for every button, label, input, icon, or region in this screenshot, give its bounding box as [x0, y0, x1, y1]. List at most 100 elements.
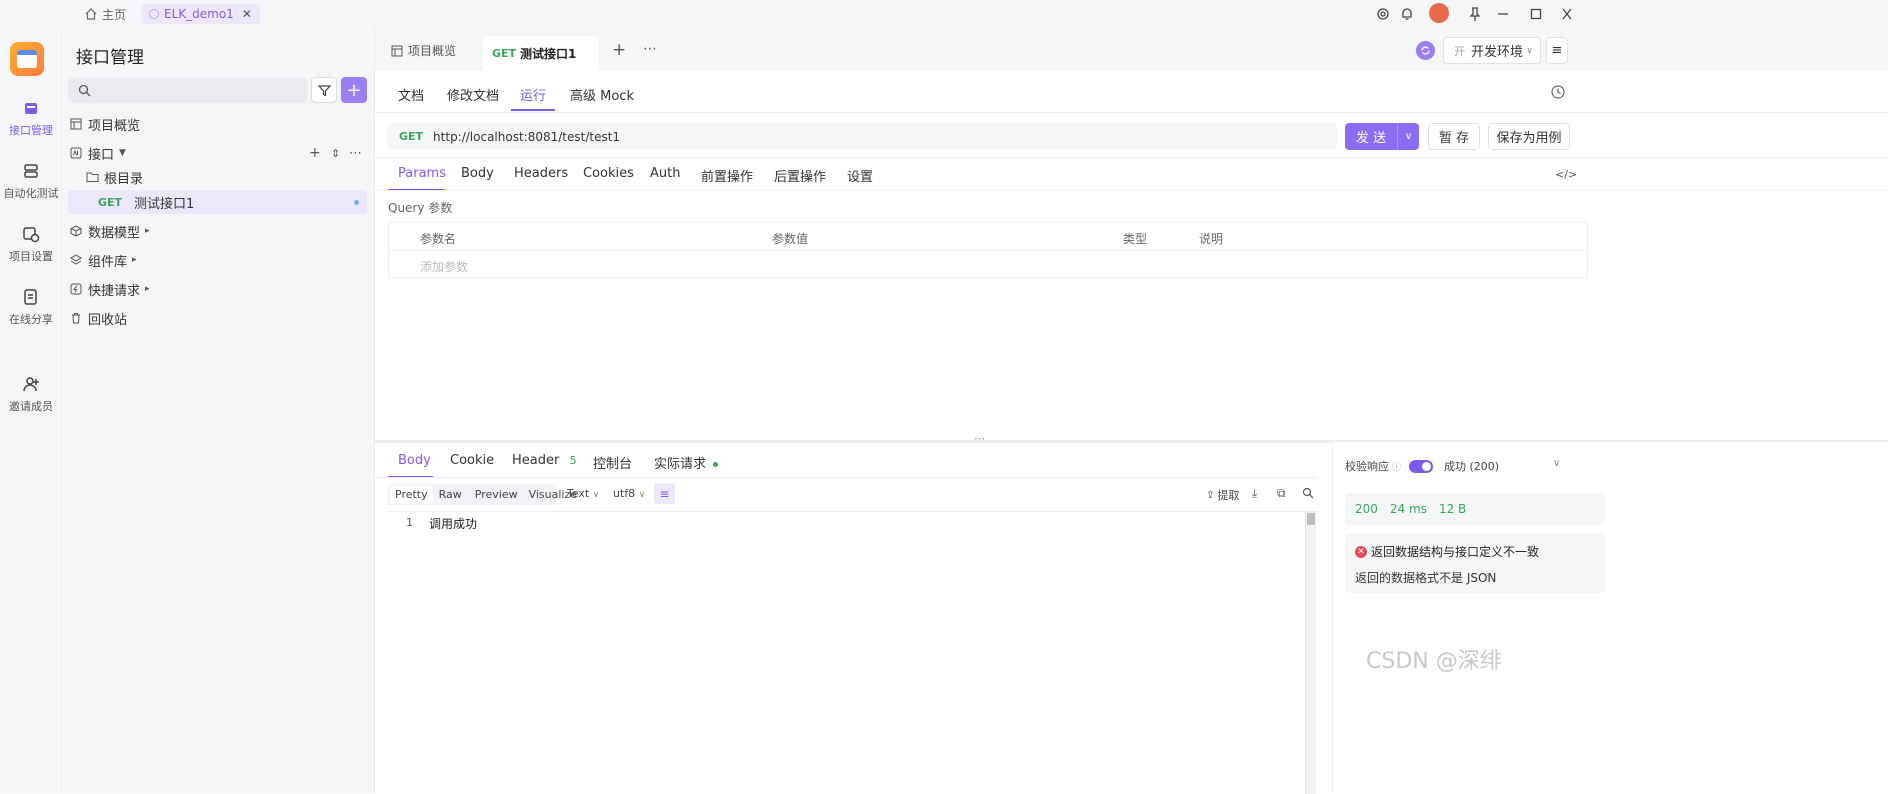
- rail-item-share[interactable]: 在线分享: [0, 287, 62, 327]
- close-icon[interactable]: ✕: [242, 7, 252, 21]
- response-body-editor[interactable]: 1 调用成功: [388, 511, 1318, 794]
- doc-tab-api[interactable]: GET 测试接口1: [483, 36, 599, 71]
- subtab-active-indicator: [511, 109, 555, 111]
- resp-tab-console[interactable]: 控制台: [593, 453, 632, 472]
- resp-tab-header[interactable]: Header 5: [512, 453, 576, 468]
- param-tab-post-ops[interactable]: 后置操作: [774, 166, 826, 185]
- subtab-edit-doc[interactable]: 修改文档: [447, 85, 499, 104]
- view-mode-pretty[interactable]: Pretty: [390, 485, 433, 504]
- param-tab-auth[interactable]: Auth: [650, 166, 680, 181]
- param-tab-params[interactable]: Params: [398, 166, 446, 181]
- maximize-icon[interactable]: [1529, 6, 1543, 22]
- tree-label: 回收站: [88, 312, 128, 328]
- send-button[interactable]: 发 送 ∨: [1345, 123, 1419, 150]
- tree-item-data-model[interactable]: 数据模型 ▸: [68, 219, 368, 243]
- extract-icon: ⇪: [1206, 489, 1215, 501]
- environment-select[interactable]: 开 开发环境 ∨: [1443, 37, 1541, 64]
- sync-icon: [1421, 46, 1430, 55]
- history-icon[interactable]: [1550, 84, 1566, 100]
- tree-item-api[interactable]: GET 测试接口1: [68, 190, 367, 214]
- subtab-advanced-mock[interactable]: 高级 Mock: [570, 85, 634, 104]
- search-field[interactable]: [97, 82, 297, 98]
- rail-item-api-management[interactable]: 接口管理: [0, 98, 62, 138]
- rail-item-automation[interactable]: 自动化测试: [0, 161, 62, 201]
- method-select[interactable]: GET: [399, 130, 423, 143]
- format-select[interactable]: Text ∨: [567, 487, 599, 500]
- tree-item-interfaces[interactable]: 接口 ▼ + ⇕ ⋯: [68, 141, 368, 165]
- tree-item-components[interactable]: 组件库 ▸: [68, 248, 368, 272]
- add-param-input[interactable]: 添加参数: [420, 258, 468, 275]
- param-tab-pre-ops[interactable]: 前置操作: [701, 166, 753, 185]
- subtab-doc[interactable]: 文档: [398, 85, 424, 104]
- scrollbar[interactable]: [1305, 512, 1316, 794]
- refresh-env-button[interactable]: [1416, 41, 1435, 60]
- help-icon: ⓘ: [1392, 462, 1402, 473]
- left-rail: 接口管理 自动化测试 项目设置 在线分享 邀请成员: [0, 28, 62, 793]
- validation-panel: 校验响应 ⓘ 成功 (200) ∨ 200 24 ms 12 B ✕ 返回数据结…: [1332, 442, 1888, 793]
- url-input[interactable]: http://localhost:8081/test/test1: [433, 130, 620, 144]
- add-button[interactable]: +: [341, 77, 367, 103]
- chevron-down-icon[interactable]: ∨: [1398, 131, 1419, 142]
- settings-icon[interactable]: [1375, 6, 1391, 22]
- tree-label: 数据模型: [88, 225, 141, 241]
- env-menu-button[interactable]: ≡: [1546, 37, 1568, 64]
- view-mode-preview[interactable]: Preview: [475, 488, 518, 501]
- more-tabs-icon[interactable]: ⋯: [643, 41, 657, 57]
- tree-add-icon[interactable]: +: [309, 145, 321, 161]
- search-icon[interactable]: [1302, 487, 1314, 499]
- subtab-run[interactable]: 运行: [520, 85, 546, 104]
- more-icon[interactable]: ⋯: [349, 146, 362, 161]
- validate-toggle[interactable]: [1409, 459, 1434, 473]
- pin-icon[interactable]: [1468, 6, 1482, 22]
- collapse-icon[interactable]: ⇕: [331, 147, 340, 160]
- tree-item-overview[interactable]: 项目概览: [68, 112, 368, 136]
- tree-item-recycle[interactable]: 回收站: [68, 306, 368, 330]
- code-icon[interactable]: </>: [1555, 168, 1577, 181]
- save-temp-button[interactable]: 暂 存: [1428, 123, 1480, 150]
- rail-label: 项目设置: [9, 250, 53, 263]
- encoding-select[interactable]: utf8 ∨: [613, 487, 645, 500]
- filter-button[interactable]: [311, 77, 337, 103]
- resp-tab-body[interactable]: Body: [398, 453, 431, 468]
- copy-icon[interactable]: ⧉: [1277, 486, 1286, 501]
- status-code: 200: [1355, 502, 1378, 516]
- url-bar[interactable]: GET http://localhost:8081/test/test1: [387, 123, 1337, 150]
- param-tab-headers[interactable]: Headers: [514, 166, 568, 181]
- avatar[interactable]: [1429, 3, 1449, 23]
- param-tab-cookies[interactable]: Cookies: [583, 166, 634, 181]
- drag-handle-icon[interactable]: ⋯: [974, 432, 985, 445]
- new-tab-icon[interactable]: +: [612, 40, 626, 60]
- tree-item-root[interactable]: 根目录: [84, 165, 384, 189]
- param-tab-body[interactable]: Body: [461, 166, 494, 181]
- view-mode-raw[interactable]: Raw: [439, 488, 462, 501]
- resp-tab-actual-request[interactable]: 实际请求: [654, 453, 719, 472]
- extract-button[interactable]: ⇪ 提取: [1206, 487, 1239, 503]
- query-section-title: Query 参数: [388, 201, 453, 215]
- panel-title: 接口管理: [76, 48, 144, 68]
- divider: [375, 112, 1888, 113]
- wrap-toggle[interactable]: ≡: [654, 483, 675, 504]
- tree-label: 组件库: [88, 254, 128, 270]
- bell-icon[interactable]: [1399, 6, 1415, 22]
- minimize-icon[interactable]: [1496, 6, 1510, 22]
- param-tab-settings[interactable]: 设置: [847, 166, 873, 185]
- chevron-down-icon[interactable]: ∨: [1553, 458, 1560, 469]
- home-tab[interactable]: 主页: [84, 4, 126, 24]
- tree-item-quick-request[interactable]: 快捷请求 ▸: [68, 277, 368, 301]
- window-close-icon[interactable]: [1560, 6, 1574, 22]
- validation-error-box: ✕ 返回数据结构与接口定义不一致 返回的数据格式不是 JSON: [1345, 534, 1605, 593]
- validate-label: 校验响应: [1345, 460, 1389, 473]
- rail-item-project-settings[interactable]: 项目设置: [0, 224, 62, 264]
- resp-tab-cookie[interactable]: Cookie: [450, 453, 494, 468]
- search-input[interactable]: [68, 77, 307, 103]
- project-tab[interactable]: ELK_demo1 ✕: [141, 4, 260, 24]
- trash-icon: [68, 310, 84, 326]
- chevron-down-icon: ∨: [592, 490, 600, 500]
- api-tree-panel: 接口管理 + 项目概览 接口 ▼ + ⇕ ⋯ 根目录 GET 测试接口1 数据模…: [62, 28, 375, 793]
- download-icon[interactable]: ⤓: [1252, 486, 1257, 501]
- save-as-case-button[interactable]: 保存为用例: [1488, 123, 1570, 150]
- doc-tab-overview[interactable]: 项目概览: [391, 42, 456, 59]
- rail-item-invite[interactable]: 邀请成员: [0, 374, 62, 414]
- chevron-down-icon: ∨: [638, 490, 646, 500]
- overview-icon: [68, 116, 84, 132]
